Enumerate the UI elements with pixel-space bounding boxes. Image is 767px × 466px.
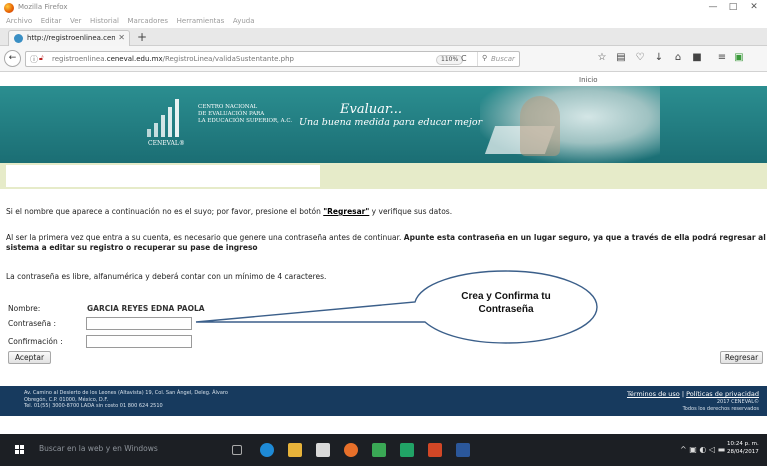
org-name: CENTRO NACIONAL DE EVALUACIÓN PARA LA ED…: [198, 104, 292, 125]
nombre-label: Nombre:: [8, 304, 41, 313]
header-blank-box: [6, 165, 320, 187]
address-line-3: Tel. 01(55) 3000-8700 LADA sin costo 01 …: [24, 403, 163, 409]
menu-ver[interactable]: Ver: [70, 17, 81, 25]
header-strip: [0, 163, 767, 189]
hamburger-menu-icon[interactable]: ≡: [715, 52, 729, 63]
url-text: registroenlinea.ceneval.edu.mx/RegistroL…: [52, 55, 294, 63]
search-placeholder: Buscar: [491, 55, 515, 63]
regresar-button[interactable]: Regresar: [720, 351, 763, 364]
window-title: Mozilla Firefox: [18, 3, 68, 11]
task-view-icon[interactable]: [232, 445, 242, 455]
bookmark-star-icon[interactable]: ☆: [595, 52, 609, 63]
home-icon[interactable]: ⌂: [671, 52, 685, 63]
password-rules: La contraseña es libre, alfanumérica y d…: [6, 272, 327, 281]
slogan-subtitle: Una buena medida para educar mejor: [299, 117, 483, 128]
footer-links: Términos de uso | Políticas de privacida…: [627, 390, 759, 398]
slogan-title: Evaluar...: [340, 102, 403, 117]
minimize-button[interactable]: —: [706, 2, 720, 12]
taskbar-clock[interactable]: 10:24 p. m. 28/04/2017: [727, 441, 759, 456]
insecure-lock-icon[interactable]: 🔓︎: [39, 54, 44, 63]
firefox-taskbar-icon[interactable]: [344, 443, 358, 457]
org-line-2: DE EVALUACIÓN PARA: [198, 111, 265, 117]
footer-address: Av. Camino al Desierto de los Leones (Al…: [24, 390, 228, 410]
confirm-label: Confirmación :: [8, 337, 63, 346]
site-favicon-icon: [14, 34, 23, 43]
menu-historial[interactable]: Historial: [90, 17, 119, 25]
footer-copyright: 2017 CENEVAL© Todos los derechos reserva…: [683, 399, 759, 412]
reload-button[interactable]: C: [461, 54, 467, 63]
ceneval-logo-icon: [147, 99, 185, 137]
powerpoint-icon[interactable]: [428, 443, 442, 457]
pocket-icon[interactable]: ♡: [633, 52, 647, 63]
brand-name: CENEVAL®: [148, 140, 185, 147]
edge-icon[interactable]: [260, 443, 274, 457]
rights-line: Todos los derechos reservados: [682, 405, 759, 412]
callout-line-2: Contraseña: [478, 304, 534, 315]
privacy-link[interactable]: Políticas de privacidad: [686, 390, 759, 398]
system-tray-icons[interactable]: ^ ▣ ◐ ◁ ▬: [680, 445, 725, 454]
store-icon[interactable]: [316, 443, 330, 457]
close-window-button[interactable]: ✕: [747, 2, 761, 12]
maximize-button[interactable]: □: [726, 2, 740, 12]
window-titlebar: Mozilla Firefox — □ ✕: [0, 0, 767, 16]
search-field[interactable]: ⚲ Buscar: [477, 52, 521, 66]
aceptar-button[interactable]: Aceptar: [8, 351, 51, 364]
new-tab-button[interactable]: +: [137, 30, 147, 44]
firefox-logo-icon: [4, 3, 14, 13]
browser-tab[interactable]: http://registroenlinea.cenev ✕: [8, 30, 130, 46]
password-label: Contraseña :: [8, 319, 56, 328]
terms-link[interactable]: Términos de uso: [627, 390, 680, 398]
regresar-link[interactable]: "Regresar": [323, 207, 369, 216]
tab-title: http://registroenlinea.cenev: [27, 34, 115, 42]
file-explorer-icon[interactable]: [288, 443, 302, 457]
address-bar[interactable]: ⓘ 🔓︎ registroenlinea.ceneval.edu.mx/Regi…: [25, 51, 520, 67]
clock-date: 28/04/2017: [727, 448, 759, 455]
menu-herramientas[interactable]: Herramientas: [177, 17, 225, 25]
org-line-3: LA EDUCACIÓN SUPERIOR, A.C.: [198, 118, 293, 124]
menu-marcadores[interactable]: Marcadores: [127, 17, 168, 25]
org-line-1: CENTRO NACIONAL: [198, 104, 258, 110]
zoom-indicator[interactable]: 110%: [436, 55, 464, 65]
site-info-icon[interactable]: ⓘ: [30, 54, 38, 65]
windows-start-icon[interactable]: [15, 445, 25, 455]
instruction-regresar: Si el nombre que aparece a continuación …: [6, 207, 453, 216]
windows-taskbar: Buscar en la web y en Windows ^ ▣ ◐ ◁ ▬ …: [0, 434, 767, 466]
back-button[interactable]: ←: [4, 50, 21, 67]
instruction-password: Al ser la primera vez que entra a su cue…: [6, 233, 766, 252]
address-line-1: Av. Camino al Desierto de los Leones (Al…: [24, 390, 228, 396]
clock-time: 10:24 p. m.: [727, 441, 759, 447]
search-icon: ⚲: [482, 54, 488, 62]
excel-icon[interactable]: [400, 443, 414, 457]
downloads-icon[interactable]: ↓: [652, 52, 666, 63]
menu-ayuda[interactable]: Ayuda: [233, 17, 255, 25]
taskbar-search[interactable]: Buscar en la web y en Windows: [39, 444, 158, 453]
menu-archivo[interactable]: Archivo: [6, 17, 32, 25]
navigation-bar: ← ⓘ 🔓︎ registroenlinea.ceneval.edu.mx/Re…: [0, 46, 767, 72]
addon-icon[interactable]: ▣: [732, 52, 746, 63]
tab-close-icon[interactable]: ✕: [118, 33, 125, 42]
page-footer: Av. Camino al Desierto de los Leones (Al…: [0, 386, 767, 416]
banner-person-shape: [520, 96, 560, 156]
nombre-value: GARCIA REYES EDNA PAOLA: [87, 304, 205, 313]
word-icon[interactable]: [456, 443, 470, 457]
menu-bar: Archivo Editar Ver Historial Marcadores …: [0, 16, 767, 28]
ceneval-banner: CENTRO NACIONAL DE EVALUACIÓN PARA LA ED…: [0, 86, 767, 163]
extension-icon[interactable]: ■: [690, 52, 704, 63]
menu-editar[interactable]: Editar: [41, 17, 62, 25]
inicio-link[interactable]: Inicio: [579, 76, 598, 84]
callout-line-1: Crea y Confirma tu: [461, 291, 551, 302]
callout-text: Crea y Confirma tu Contraseña: [421, 290, 591, 316]
confirm-password-input[interactable]: [86, 335, 192, 348]
password-input[interactable]: [86, 317, 192, 330]
reading-list-icon[interactable]: ▤: [614, 52, 628, 63]
photos-icon[interactable]: [372, 443, 386, 457]
tab-strip: http://registroenlinea.cenev ✕ +: [0, 28, 767, 46]
